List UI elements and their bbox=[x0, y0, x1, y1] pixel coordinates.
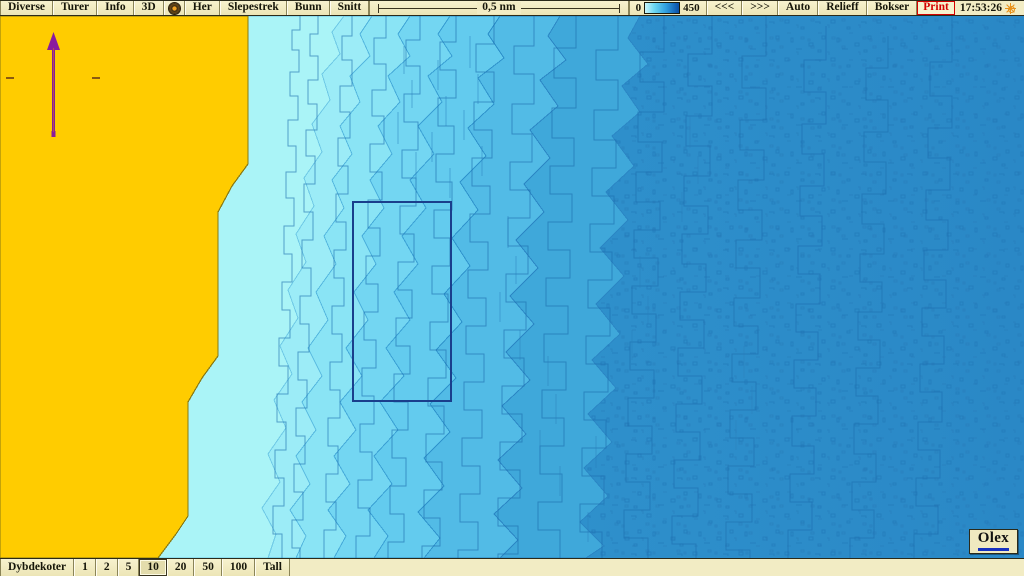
bathymetry-svg bbox=[0, 16, 1024, 558]
contour-interval-100[interactable]: 100 bbox=[221, 559, 256, 576]
bottom-toolbar-filler bbox=[290, 559, 1024, 576]
bottom-toolbar: Dybdekoter 1 2 5 10 20 50 100 Tall bbox=[0, 558, 1024, 576]
mode-button-relieff[interactable]: Relieff bbox=[818, 1, 867, 15]
compass-icon bbox=[168, 2, 180, 14]
depth-contours-label: Dybdekoter bbox=[0, 559, 75, 576]
depth-gradient-bar bbox=[644, 2, 681, 14]
menu-button-turer[interactable]: Turer bbox=[53, 1, 98, 15]
mode-button-auto[interactable]: Auto bbox=[777, 1, 819, 15]
menu-button-diverse[interactable]: Diverse bbox=[0, 1, 54, 15]
menu-button-her[interactable]: Her bbox=[184, 1, 220, 15]
scale-bar-cap-left bbox=[378, 4, 380, 13]
clock: 17:53:26 bbox=[955, 1, 1024, 15]
clock-time: 17:53:26 bbox=[959, 2, 1002, 14]
scale-bar-cap-right bbox=[618, 4, 620, 13]
nav-button-next[interactable]: >>> bbox=[742, 1, 778, 15]
scale-bar: 0,5 nm bbox=[369, 1, 629, 15]
scale-bar-label: 0,5 nm bbox=[477, 2, 521, 14]
contour-interval-20[interactable]: 20 bbox=[166, 559, 195, 576]
depth-legend-max: 450 bbox=[683, 1, 700, 14]
menu-button-snitt[interactable]: Snitt bbox=[329, 1, 370, 15]
vessel-arrowhead bbox=[47, 32, 60, 50]
contour-interval-50[interactable]: 50 bbox=[194, 559, 222, 576]
nav-button-prev[interactable]: <<< bbox=[706, 1, 743, 15]
mode-button-bokser[interactable]: Bokser bbox=[866, 1, 918, 15]
olex-application-window: Diverse Turer Info 3D Her Slepestrek Bun… bbox=[0, 0, 1024, 576]
menu-button-3d[interactable]: 3D bbox=[133, 1, 164, 15]
olex-logo-underline bbox=[977, 548, 1009, 551]
olex-logo: Olex bbox=[968, 529, 1018, 554]
range-tick-left bbox=[6, 77, 14, 79]
depth-color-legend[interactable]: 0 450 bbox=[628, 1, 707, 15]
menu-button-bunn[interactable]: Bunn bbox=[286, 1, 330, 15]
contour-interval-5[interactable]: 5 bbox=[117, 559, 140, 576]
olex-logo-text: Olex bbox=[977, 530, 1009, 547]
contour-interval-1[interactable]: 1 bbox=[74, 559, 96, 576]
vessel-heading-marker[interactable] bbox=[38, 30, 70, 138]
menu-button-info[interactable]: Info bbox=[97, 1, 134, 15]
contour-interval-tall[interactable]: Tall bbox=[255, 559, 290, 576]
top-toolbar: Diverse Turer Info 3D Her Slepestrek Bun… bbox=[0, 0, 1024, 16]
menu-button-slepestrek[interactable]: Slepestrek bbox=[219, 1, 287, 15]
range-tick-right bbox=[92, 77, 100, 79]
compass-icon-button[interactable] bbox=[163, 1, 185, 15]
depth-legend-min: 0 bbox=[635, 1, 642, 14]
sun-icon[interactable] bbox=[1005, 2, 1016, 14]
contour-interval-2[interactable]: 2 bbox=[95, 559, 118, 576]
contour-interval-10[interactable]: 10 bbox=[139, 559, 167, 576]
chart-map-canvas[interactable] bbox=[0, 16, 1024, 558]
vessel-highlight bbox=[53, 48, 54, 132]
print-button[interactable]: Print bbox=[917, 1, 955, 15]
